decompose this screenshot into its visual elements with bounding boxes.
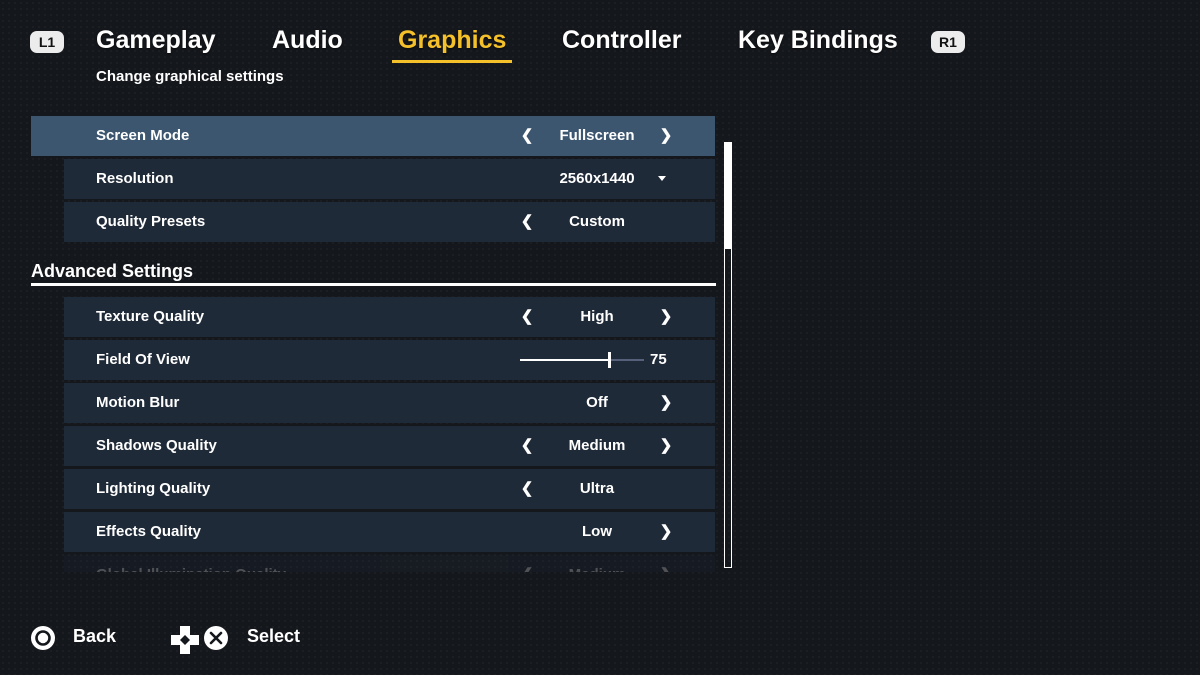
chevron-left-icon[interactable]: ❮ (519, 202, 535, 242)
setting-value: Custom (569, 213, 625, 230)
setting-value: Fullscreen (559, 127, 635, 144)
tab-key-bindings[interactable]: Key Bindings (738, 26, 898, 55)
back-button-label[interactable]: Back (73, 626, 116, 647)
setting-label: Shadows Quality (96, 437, 217, 454)
tab-audio[interactable]: Audio (272, 26, 343, 55)
tab-graphics[interactable]: Graphics (392, 26, 513, 63)
cross-button-icon[interactable] (203, 625, 229, 651)
chevron-left-icon[interactable]: ❮ (519, 297, 535, 337)
tab-controller[interactable]: Controller (562, 26, 681, 55)
setting-row-screen-mode[interactable]: Screen Mode ❮ Fullscreen ❯ (31, 116, 715, 156)
setting-label: Field Of View (96, 351, 190, 368)
chevron-left-icon[interactable]: ❮ (519, 426, 535, 466)
chevron-left-icon[interactable]: ❮ (519, 555, 535, 572)
tab-gameplay[interactable]: Gameplay (96, 26, 216, 55)
setting-label: Texture Quality (96, 308, 205, 325)
section-title-advanced: Advanced Settings (31, 261, 194, 281)
active-tab-underline (392, 60, 513, 63)
tab-graphics-label: Graphics (398, 26, 507, 54)
setting-value: Off (586, 394, 608, 411)
r1-bumper-icon[interactable]: R1 (931, 31, 965, 53)
setting-value: Medium (568, 437, 626, 454)
dpad-icon (171, 626, 199, 654)
fov-value: 75 (650, 351, 667, 368)
settings-scrollbar[interactable] (724, 142, 732, 568)
chevron-right-icon[interactable]: ❯ (658, 555, 674, 572)
setting-row-motion-blur[interactable]: Motion Blur Off ❯ (64, 383, 715, 423)
chevron-right-icon[interactable]: ❯ (658, 116, 674, 156)
setting-row-lighting-quality[interactable]: Lighting Quality ❮ Ultra (64, 469, 715, 509)
setting-row-resolution[interactable]: Resolution 2560x1440 (64, 159, 715, 199)
setting-row-effects-quality[interactable]: Effects Quality Low ❯ (64, 512, 715, 552)
chevron-right-icon[interactable]: ❯ (658, 297, 674, 337)
chevron-right-icon[interactable]: ❯ (658, 426, 674, 466)
button-hints: Back Select (0, 615, 1200, 660)
chevron-left-icon[interactable]: ❮ (519, 116, 535, 156)
setting-row-texture-quality[interactable]: Texture Quality ❮ High ❯ (64, 297, 715, 337)
fov-slider-handle[interactable] (608, 352, 612, 368)
setting-label: Resolution (96, 170, 174, 187)
circle-button-icon[interactable] (30, 625, 56, 651)
setting-label: Effects Quality (96, 523, 202, 540)
fov-slider[interactable] (520, 352, 644, 368)
setting-row-shadows-quality[interactable]: Shadows Quality ❮ Medium ❯ (64, 426, 715, 466)
setting-label: Global Illumination Quality (96, 555, 286, 572)
setting-label: Lighting Quality (96, 480, 211, 497)
chevron-right-icon[interactable]: ❯ (658, 512, 674, 552)
setting-value: Low (582, 523, 612, 540)
dropdown-caret-icon[interactable] (658, 176, 666, 181)
setting-value: 2560x1440 (559, 170, 635, 187)
select-button-label[interactable]: Select (247, 626, 300, 647)
l1-bumper-icon[interactable]: L1 (30, 31, 64, 53)
setting-row-global-illumination[interactable]: Global Illumination Quality ❮ Medium ❯ (64, 555, 715, 572)
settings-list: Screen Mode ❮ Fullscreen ❯ Resolution 25… (0, 115, 720, 572)
setting-row-field-of-view[interactable]: Field Of View 75 (64, 340, 715, 380)
setting-value: High (580, 308, 614, 325)
setting-row-quality-presets[interactable]: Quality Presets ❮ Custom (64, 202, 715, 242)
chevron-left-icon[interactable]: ❮ (519, 469, 535, 509)
setting-label: Screen Mode (96, 127, 190, 144)
setting-value: Medium (537, 555, 657, 572)
scrollbar-thumb[interactable] (725, 143, 731, 249)
page-subtitle: Change graphical settings (96, 68, 284, 85)
fov-slider-fill (520, 359, 610, 361)
top-nav: L1 Gameplay Audio Graphics Controller Ke… (0, 0, 1200, 70)
setting-label: Motion Blur (96, 394, 180, 411)
setting-label: Quality Presets (96, 213, 206, 230)
setting-value: Ultra (579, 480, 615, 497)
chevron-right-icon[interactable]: ❯ (658, 383, 674, 423)
section-divider (31, 283, 716, 286)
